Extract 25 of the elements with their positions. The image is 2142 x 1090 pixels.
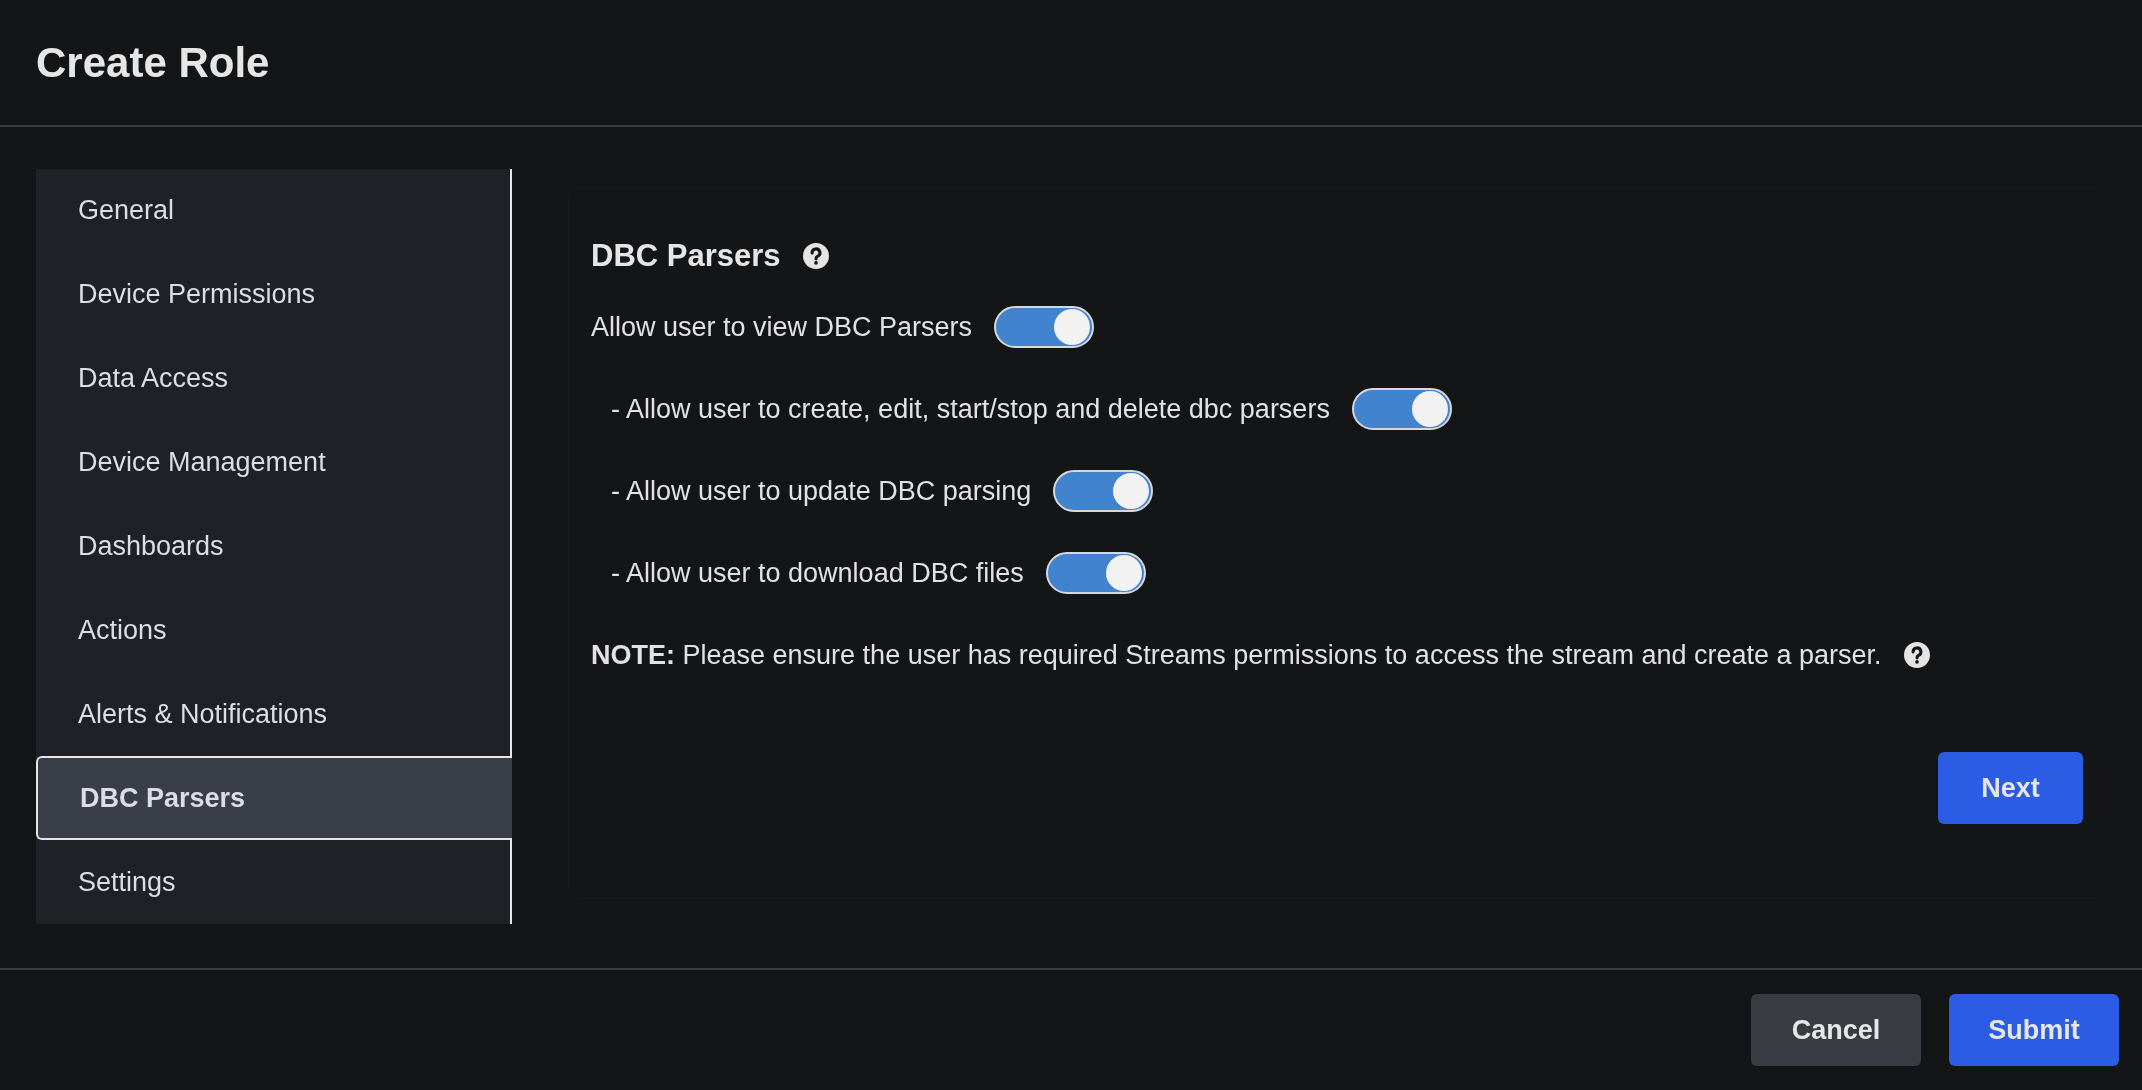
sidebar-item[interactable]: General: [36, 169, 510, 253]
sidebar-item[interactable]: Alerts & Notifications: [36, 672, 510, 757]
section-title: DBC Parsers: [591, 238, 781, 274]
note-text: NOTE: Please ensure the user has required Streams permissions to access the stream and create a parser.: [591, 639, 1882, 671]
sidebar-item[interactable]: Data Access: [36, 336, 510, 421]
sidebar-item[interactable]: Device Management: [36, 420, 510, 505]
help-icon[interactable]: [1903, 642, 1930, 668]
sidebar-item[interactable]: Settings: [36, 840, 510, 924]
submit-button[interactable]: Submit: [1949, 994, 2119, 1066]
permission-label: - Allow user to create, edit, start/stop and delete dbc parsers: [611, 393, 1330, 425]
next-button[interactable]: Next: [1938, 752, 2083, 824]
permission-label: Allow user to view DBC Parsers: [591, 311, 973, 343]
toggle-switch[interactable]: [1053, 470, 1154, 512]
cancel-button[interactable]: Cancel: [1751, 994, 1921, 1066]
toggle-switch[interactable]: [994, 306, 1095, 348]
sidebar-item[interactable]: DBC Parsers: [36, 756, 512, 841]
sidebar-item[interactable]: Dashboards: [36, 504, 510, 589]
permission-label: - Allow user to update DBC parsing: [611, 475, 1032, 507]
permission-label: - Allow user to download DBC files: [611, 557, 1024, 589]
sidebar-item[interactable]: Actions: [36, 588, 510, 673]
window-title: Create Role: [36, 38, 270, 87]
sidebar-item[interactable]: Device Permissions: [36, 252, 510, 337]
help-icon[interactable]: [802, 243, 829, 269]
toggle-switch[interactable]: [1045, 552, 1146, 594]
toggle-switch[interactable]: [1351, 388, 1452, 430]
